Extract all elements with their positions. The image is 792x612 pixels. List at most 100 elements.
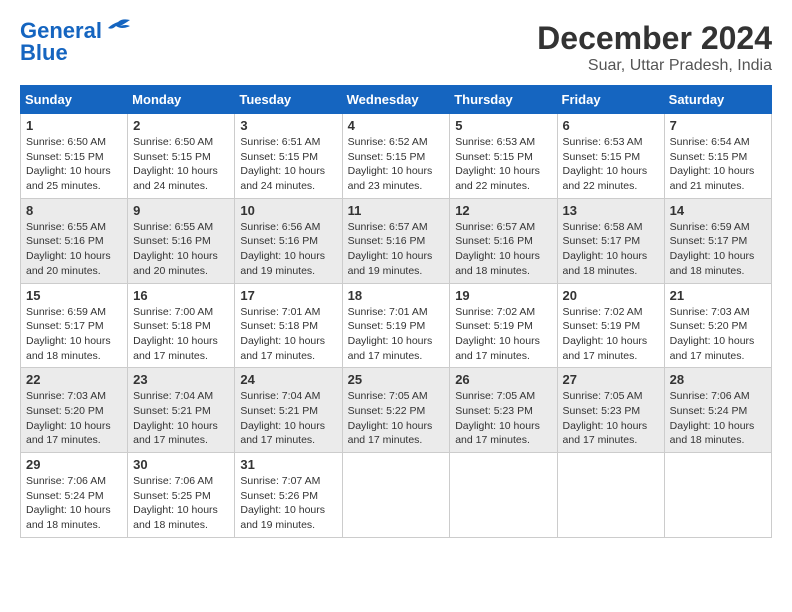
day-info: Sunrise: 7:03 AM Sunset: 5:20 PM Dayligh… (670, 305, 766, 364)
day-info: Sunrise: 7:05 AM Sunset: 5:22 PM Dayligh… (348, 389, 445, 448)
calendar-day-cell: 15Sunrise: 6:59 AM Sunset: 5:17 PM Dayli… (21, 283, 128, 368)
location-subtitle: Suar, Uttar Pradesh, India (537, 57, 772, 75)
day-number: 17 (240, 288, 336, 303)
calendar-day-cell: 25 Sunrise: 7:05 AM Sunset: 5:22 PM Dayli… (342, 368, 450, 453)
day-info: Sunrise: 7:07 AM Sunset: 5:26 PM Dayligh… (240, 474, 336, 533)
day-number: 29 (26, 457, 122, 472)
day-info: Sunrise: 7:02 AM Sunset: 5:19 PM Dayligh… (563, 305, 659, 364)
day-header-tuesday: Tuesday (235, 86, 342, 114)
calendar-header-row: SundayMondayTuesdayWednesdayThursdayFrid… (21, 86, 772, 114)
calendar-day-cell: 12Sunrise: 6:57 AM Sunset: 5:16 PM Dayli… (450, 198, 557, 283)
day-info: Sunrise: 7:06 AM Sunset: 5:25 PM Dayligh… (133, 474, 229, 533)
day-number: 9 (133, 203, 229, 218)
day-number: 5 (455, 118, 551, 133)
day-header-sunday: Sunday (21, 86, 128, 114)
day-number: 26 (455, 372, 551, 387)
calendar-day-cell: 9 Sunrise: 6:55 AM Sunset: 5:16 PM Daylig… (128, 198, 235, 283)
calendar-day-cell: 16Sunrise: 7:00 AM Sunset: 5:18 PM Dayli… (128, 283, 235, 368)
day-number: 6 (563, 118, 659, 133)
day-number: 18 (348, 288, 445, 303)
day-number: 7 (670, 118, 766, 133)
calendar-day-cell: 2 Sunrise: 6:50 AM Sunset: 5:15 PM Daylig… (128, 114, 235, 199)
calendar-day-cell: 22Sunrise: 7:03 AM Sunset: 5:20 PM Dayli… (21, 368, 128, 453)
calendar-week-row: 29 Sunrise: 7:06 AM Sunset: 5:24 PM Dayli… (21, 453, 772, 538)
calendar-table: SundayMondayTuesdayWednesdayThursdayFrid… (20, 85, 772, 538)
day-info: Sunrise: 6:59 AM Sunset: 5:17 PM Dayligh… (26, 305, 122, 364)
day-number: 21 (670, 288, 766, 303)
calendar-day-cell: 20Sunrise: 7:02 AM Sunset: 5:19 PM Dayli… (557, 283, 664, 368)
day-number: 27 (563, 372, 659, 387)
day-number: 28 (670, 372, 766, 387)
day-info: Sunrise: 6:50 AM Sunset: 5:15 PM Dayligh… (133, 135, 229, 194)
day-info: Sunrise: 6:57 AM Sunset: 5:16 PM Dayligh… (348, 220, 445, 279)
empty-cell (664, 453, 771, 538)
day-info: Sunrise: 7:05 AM Sunset: 5:23 PM Dayligh… (455, 389, 551, 448)
logo-text: General (20, 20, 102, 42)
day-number: 14 (670, 203, 766, 218)
calendar-day-cell: 27 Sunrise: 7:05 AM Sunset: 5:23 PM Dayli… (557, 368, 664, 453)
calendar-week-row: 15Sunrise: 6:59 AM Sunset: 5:17 PM Dayli… (21, 283, 772, 368)
logo-blue-text: Blue (20, 42, 68, 64)
day-number: 22 (26, 372, 122, 387)
logo: General Blue (20, 20, 132, 64)
calendar-day-cell: 13 Sunrise: 6:58 AM Sunset: 5:17 PM Dayli… (557, 198, 664, 283)
calendar-day-cell: 17 Sunrise: 7:01 AM Sunset: 5:18 PM Dayli… (235, 283, 342, 368)
day-info: Sunrise: 6:58 AM Sunset: 5:17 PM Dayligh… (563, 220, 659, 279)
day-info: Sunrise: 6:53 AM Sunset: 5:15 PM Dayligh… (455, 135, 551, 194)
empty-cell (450, 453, 557, 538)
day-number: 24 (240, 372, 336, 387)
day-info: Sunrise: 6:56 AM Sunset: 5:16 PM Dayligh… (240, 220, 336, 279)
day-info: Sunrise: 6:54 AM Sunset: 5:15 PM Dayligh… (670, 135, 766, 194)
day-info: Sunrise: 6:55 AM Sunset: 5:16 PM Dayligh… (26, 220, 122, 279)
day-info: Sunrise: 7:05 AM Sunset: 5:23 PM Dayligh… (563, 389, 659, 448)
calendar-day-cell: 30Sunrise: 7:06 AM Sunset: 5:25 PM Dayli… (128, 453, 235, 538)
calendar-week-row: 1 Sunrise: 6:50 AM Sunset: 5:15 PM Daylig… (21, 114, 772, 199)
day-info: Sunrise: 6:53 AM Sunset: 5:15 PM Dayligh… (563, 135, 659, 194)
day-header-friday: Friday (557, 86, 664, 114)
calendar-day-cell: 19 Sunrise: 7:02 AM Sunset: 5:19 PM Dayli… (450, 283, 557, 368)
day-info: Sunrise: 6:59 AM Sunset: 5:17 PM Dayligh… (670, 220, 766, 279)
day-info: Sunrise: 7:01 AM Sunset: 5:19 PM Dayligh… (348, 305, 445, 364)
day-header-wednesday: Wednesday (342, 86, 450, 114)
calendar-day-cell: 18 Sunrise: 7:01 AM Sunset: 5:19 PM Dayli… (342, 283, 450, 368)
day-info: Sunrise: 6:57 AM Sunset: 5:16 PM Dayligh… (455, 220, 551, 279)
empty-cell (557, 453, 664, 538)
day-number: 13 (563, 203, 659, 218)
empty-cell (342, 453, 450, 538)
day-number: 1 (26, 118, 122, 133)
day-number: 11 (348, 203, 445, 218)
month-title: December 2024 (537, 20, 772, 57)
day-number: 31 (240, 457, 336, 472)
day-number: 25 (348, 372, 445, 387)
title-section: December 2024 Suar, Uttar Pradesh, India (537, 20, 772, 75)
day-info: Sunrise: 7:06 AM Sunset: 5:24 PM Dayligh… (670, 389, 766, 448)
day-info: Sunrise: 6:55 AM Sunset: 5:16 PM Dayligh… (133, 220, 229, 279)
day-info: Sunrise: 7:06 AM Sunset: 5:24 PM Dayligh… (26, 474, 122, 533)
day-number: 23 (133, 372, 229, 387)
day-number: 8 (26, 203, 122, 218)
calendar-day-cell: 4 Sunrise: 6:52 AM Sunset: 5:15 PM Daylig… (342, 114, 450, 199)
calendar-day-cell: 14 Sunrise: 6:59 AM Sunset: 5:17 PM Dayli… (664, 198, 771, 283)
day-number: 4 (348, 118, 445, 133)
calendar-day-cell: 1Sunrise: 6:50 AM Sunset: 5:15 PM Daylig… (21, 114, 128, 199)
day-info: Sunrise: 7:01 AM Sunset: 5:18 PM Dayligh… (240, 305, 336, 364)
page-header: General Blue December 2024 Suar, Uttar P… (20, 20, 772, 75)
day-info: Sunrise: 6:51 AM Sunset: 5:15 PM Dayligh… (240, 135, 336, 194)
calendar-day-cell: 29 Sunrise: 7:06 AM Sunset: 5:24 PM Dayli… (21, 453, 128, 538)
calendar-day-cell: 28 Sunrise: 7:06 AM Sunset: 5:24 PM Dayli… (664, 368, 771, 453)
calendar-week-row: 22Sunrise: 7:03 AM Sunset: 5:20 PM Dayli… (21, 368, 772, 453)
day-info: Sunrise: 7:04 AM Sunset: 5:21 PM Dayligh… (133, 389, 229, 448)
calendar-day-cell: 7 Sunrise: 6:54 AM Sunset: 5:15 PM Daylig… (664, 114, 771, 199)
day-number: 19 (455, 288, 551, 303)
day-number: 3 (240, 118, 336, 133)
calendar-day-cell: 3 Sunrise: 6:51 AM Sunset: 5:15 PM Daylig… (235, 114, 342, 199)
day-info: Sunrise: 6:52 AM Sunset: 5:15 PM Dayligh… (348, 135, 445, 194)
day-header-thursday: Thursday (450, 86, 557, 114)
day-header-saturday: Saturday (664, 86, 771, 114)
day-number: 10 (240, 203, 336, 218)
day-info: Sunrise: 7:02 AM Sunset: 5:19 PM Dayligh… (455, 305, 551, 364)
calendar-week-row: 8 Sunrise: 6:55 AM Sunset: 5:16 PM Daylig… (21, 198, 772, 283)
day-header-monday: Monday (128, 86, 235, 114)
calendar-day-cell: 24Sunrise: 7:04 AM Sunset: 5:21 PM Dayli… (235, 368, 342, 453)
day-number: 2 (133, 118, 229, 133)
